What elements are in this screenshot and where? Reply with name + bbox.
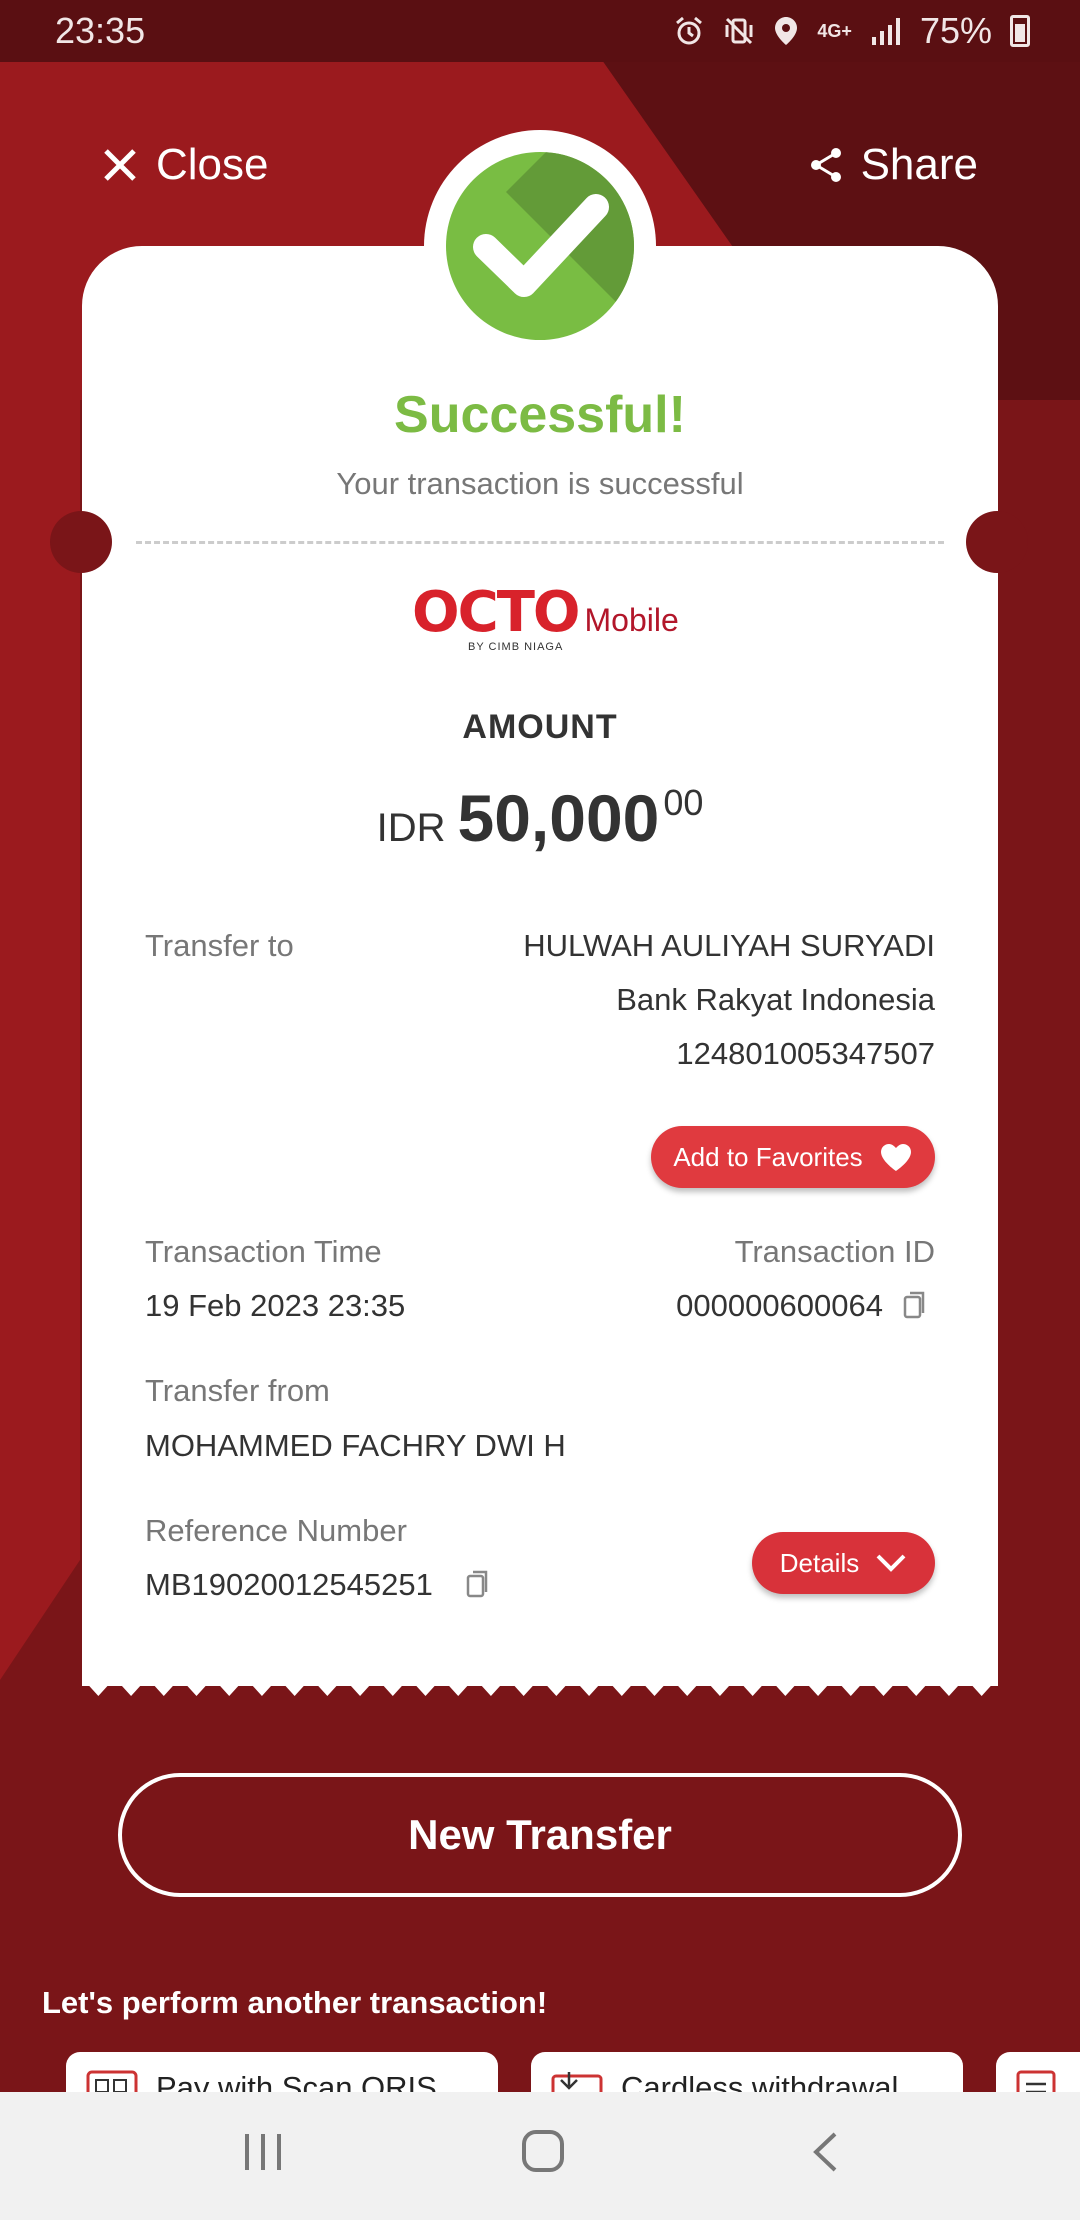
new-transfer-button[interactable]: New Transfer — [118, 1773, 962, 1897]
home-icon[interactable] — [520, 2128, 566, 2174]
add-to-favorites-button[interactable]: Add to Favorites — [651, 1126, 935, 1188]
qris-icon — [86, 2070, 138, 2092]
copy-reference-icon[interactable] — [466, 1569, 490, 1599]
another-transaction-heading: Let's perform another transaction! — [42, 1985, 548, 2020]
recipient-bank: Bank Rakyat Indonesia — [616, 982, 935, 1017]
close-icon — [104, 149, 136, 181]
list-icon — [1016, 2070, 1056, 2092]
battery-level: 75% — [919, 10, 992, 51]
share-button[interactable]: Share — [809, 140, 978, 190]
alarm-icon — [673, 15, 705, 47]
success-subtitle: Your transaction is successful — [336, 466, 744, 501]
system-navigation-bar — [0, 2092, 1080, 2220]
quick-action-qris[interactable]: Pay with Scan QRIS — [66, 2052, 498, 2092]
share-label: Share — [860, 140, 978, 189]
receipt-card — [82, 246, 998, 1686]
details-label: Details — [779, 1547, 860, 1578]
add-to-favorites-label: Add to Favorites — [673, 1141, 863, 1172]
divider — [136, 541, 944, 544]
amount-currency: IDR — [376, 806, 446, 850]
share-icon — [810, 148, 841, 182]
network-type: 4G+ — [817, 20, 852, 41]
atm-icon — [551, 2072, 603, 2092]
amount-label: AMOUNT — [462, 708, 618, 746]
recent-apps-icon[interactable] — [242, 2130, 284, 2174]
location-icon — [773, 15, 799, 47]
transfer-from-value: MOHAMMED FACHRY DWI H — [145, 1428, 566, 1463]
quick-action-more[interactable] — [996, 2052, 1080, 2092]
battery-icon — [1010, 15, 1030, 47]
reference-number-label: Reference Number — [145, 1513, 407, 1548]
chevron-down-icon — [876, 1554, 906, 1572]
transaction-id-value: 000000600064 — [676, 1288, 883, 1323]
transaction-time-label: Transaction Time — [145, 1234, 382, 1269]
copy-transaction-id-icon[interactable] — [903, 1290, 927, 1320]
transfer-to-label: Transfer to — [145, 928, 294, 963]
quick-action-label: Cardless withdrawal — [621, 2070, 899, 2092]
close-button[interactable]: Close — [102, 140, 269, 190]
success-check-icon — [446, 152, 634, 340]
reference-number-value: MB19020012545251 — [145, 1567, 433, 1602]
amount-integer: 50,000 — [457, 781, 660, 855]
success-title: Successful! — [394, 386, 686, 444]
recipient-name: HULWAH AULIYAH SURYADI — [523, 928, 935, 963]
status-time: 23:35 — [55, 10, 146, 51]
quick-action-label: Pay with Scan QRIS — [156, 2070, 437, 2092]
transaction-id-label: Transaction ID — [734, 1234, 935, 1269]
vibrate-icon — [723, 15, 755, 47]
close-label: Close — [156, 140, 269, 189]
quick-action-cardless[interactable]: Cardless withdrawal — [531, 2052, 963, 2092]
receipt-zigzag-edge — [82, 1668, 998, 1696]
status-bar: 23:35 4G+ 75% — [0, 0, 1080, 62]
heart-icon — [880, 1144, 911, 1171]
amount-value: IDR 50,000 00 — [82, 780, 998, 856]
octo-mobile-logo: OCTO Mobile BY CIMB NIAGA — [412, 580, 679, 653]
back-icon[interactable] — [810, 2130, 840, 2174]
details-button[interactable]: Details — [752, 1532, 935, 1594]
quick-actions-row: Pay with Scan QRIS Cardless withdrawal — [0, 2052, 1080, 2092]
amount-decimals: 00 — [663, 782, 704, 823]
signal-icon — [870, 15, 902, 47]
recipient-account: 124801005347507 — [676, 1036, 935, 1071]
transaction-time-value: 19 Feb 2023 23:35 — [145, 1288, 406, 1323]
transfer-from-label: Transfer from — [145, 1373, 330, 1408]
